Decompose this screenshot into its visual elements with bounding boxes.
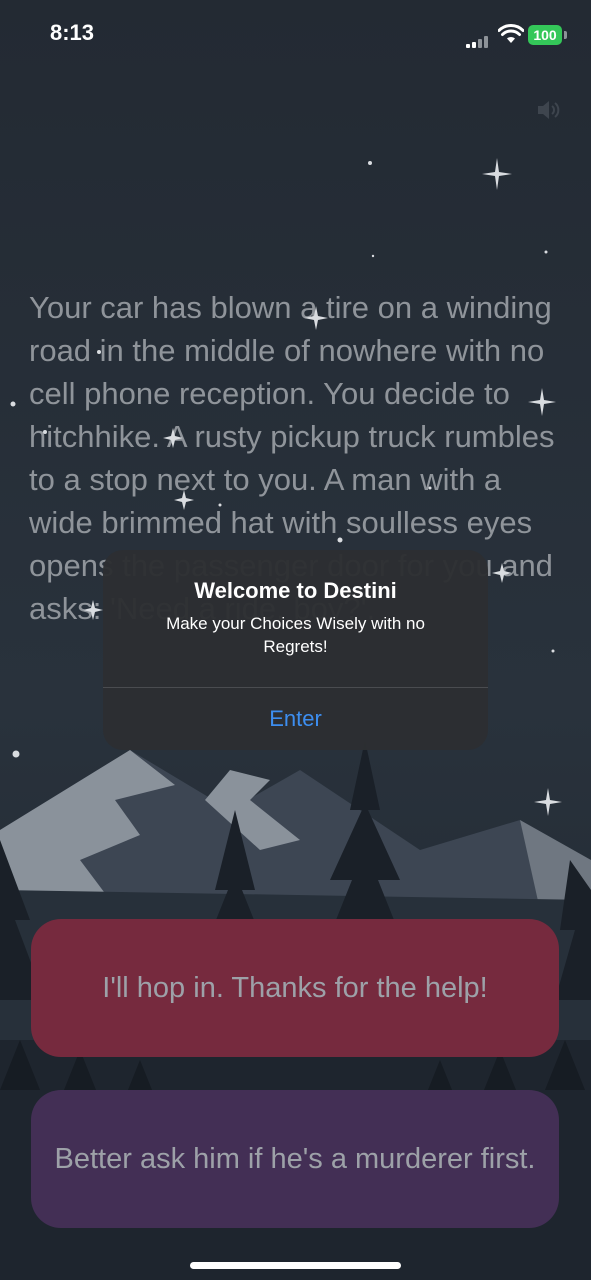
speaker-icon[interactable] xyxy=(536,98,562,122)
choice-1-button[interactable]: I'll hop in. Thanks for the help! xyxy=(31,919,559,1057)
status-bar: 8:13 100 xyxy=(0,0,591,72)
alert-title: Welcome to Destini xyxy=(194,578,397,603)
choice-2-button[interactable]: Better ask him if he's a murderer first. xyxy=(31,1090,559,1228)
status-time: 8:13 xyxy=(50,20,95,45)
alert-message: Make your Choices Wisely with no Regrets… xyxy=(166,614,425,656)
battery-icon: 100 xyxy=(528,25,562,45)
home-indicator[interactable] xyxy=(190,1262,401,1269)
cellular-signal-icon xyxy=(466,36,492,48)
welcome-alert: Welcome to Destini Make your Choices Wis… xyxy=(103,550,488,750)
enter-button[interactable]: Enter xyxy=(103,688,488,750)
battery-nub xyxy=(564,31,567,39)
app-screen: 8:13 100 Your car has blown a tire on a … xyxy=(0,0,591,1280)
wifi-icon xyxy=(498,24,524,43)
